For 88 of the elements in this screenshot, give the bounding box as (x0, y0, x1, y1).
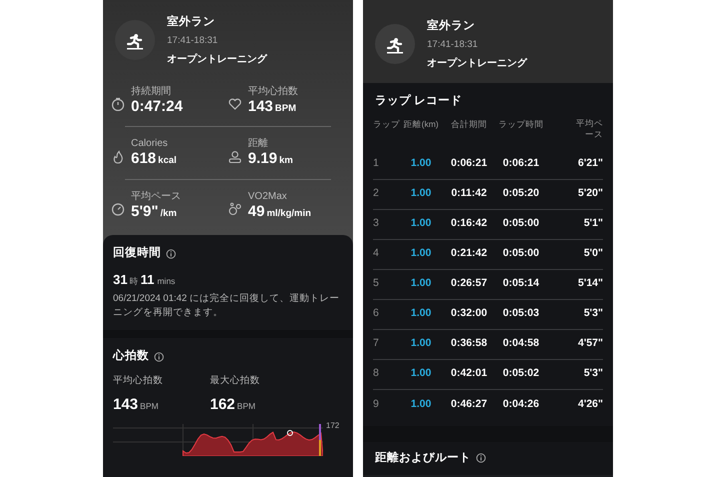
section-title: 心拍数 (113, 348, 149, 364)
table-cell-text: 4'57" (577, 336, 603, 352)
info-icon (166, 248, 176, 259)
stopwatch-icon (111, 97, 125, 111)
table-cell-text: 0:16:42 (450, 216, 488, 232)
table-cell-text: 1.00 (410, 216, 432, 232)
table-cell-text: 1.00 (410, 186, 432, 202)
stat-label: 距離 (248, 137, 269, 151)
stat-value: 5'9"/km (131, 204, 178, 220)
info-icon (154, 352, 164, 362)
table-cell-text: 0:04:58 (502, 336, 540, 352)
stat-value: 162 BPM (210, 394, 256, 415)
column-header: 距離(km) (402, 118, 440, 131)
training-mode: オープントレーニング (427, 56, 527, 70)
training-mode: オープントレーニング (167, 52, 267, 66)
table-cell-text: 0:05:20 (502, 186, 540, 202)
stat-label: 平均心拍数 (113, 374, 164, 388)
table-cell-text: 1.00 (410, 276, 432, 292)
recovery-message: 06/21/2024 01:42 には完全に回復して、運動トレーニングを再開できます。 (113, 292, 341, 320)
stat-label: 持続期間 (131, 84, 172, 98)
stat-value: 9.19 km (248, 151, 293, 168)
section-title: 距離およびルート (375, 450, 471, 466)
recovery-time: 31 時 11 mins (113, 271, 176, 290)
table-cell-text: 1.00 (410, 246, 432, 262)
table-cell-text: 9 (373, 396, 380, 412)
table-cell-text: 0:36:58 (450, 336, 488, 352)
table-cell-text: 1.00 (410, 306, 432, 322)
stat-value: 49 ml/kg/min (248, 204, 312, 220)
axis-label: 172 (326, 420, 340, 432)
table-cell-text: 5'14" (577, 276, 603, 292)
table-cell-text: 0:42:01 (450, 366, 488, 382)
activity-title: 室外ラン (427, 18, 476, 34)
table-cell-text: 5 (373, 276, 380, 292)
column-header: ラップ (373, 118, 399, 131)
table-cell-text: 1 (373, 156, 380, 172)
column-header: ラップ時間 (498, 118, 544, 131)
stat-label: 平均ペース (131, 190, 181, 204)
table-cell-text: 0:05:02 (502, 366, 540, 382)
table-cell-text: 1.00 (410, 336, 432, 352)
table-cell-text: 0:05:00 (502, 216, 540, 232)
column-header: 合計期間 (450, 118, 488, 131)
table-cell-text: 0:05:03 (502, 306, 540, 322)
table-cell-text: 5'3" (582, 306, 603, 322)
stat-value: 143 BPM (248, 98, 298, 115)
table-cell-text: 7 (373, 336, 380, 352)
section-title: ラップ レコード (374, 93, 464, 108)
info-icon (476, 453, 486, 464)
table-cell-text: 0:06:21 (502, 156, 540, 172)
stat-label: 最大心拍数 (210, 374, 260, 388)
table-cell-text: 6 (373, 306, 380, 322)
stat-value: 143 BPM (113, 394, 160, 415)
table-cell-text: 0:32:00 (450, 306, 488, 322)
table-cell-text: 1.00 (410, 156, 432, 172)
table-cell-text: 3 (373, 216, 380, 232)
table-cell-text: 5'3" (582, 366, 603, 382)
table-cell-text: 4'26" (577, 396, 603, 412)
location-icon (228, 150, 242, 164)
table-cell-text: 6'21" (577, 156, 603, 172)
stat-label: 平均心拍数 (248, 84, 298, 98)
table-cell-text: 8 (373, 366, 380, 382)
activity-title: 室外ラン (167, 14, 216, 30)
table-cell-text: 0:26:57 (450, 276, 488, 292)
activity-time: 17:41-18:31 (167, 34, 219, 48)
table-cell-text: 0:21:42 (450, 246, 488, 262)
speedometer-icon (111, 202, 125, 216)
table-cell-text: 0:05:00 (502, 246, 540, 262)
table-cell-text: 0:11:42 (450, 186, 488, 202)
table-cell-text: 0:05:14 (502, 276, 540, 292)
heart-icon (228, 97, 242, 111)
table-cell-text: 2 (373, 186, 380, 202)
stat-value: 0:47:24 (131, 98, 183, 115)
stat-label: VO2Max (248, 190, 288, 204)
table-cell-text: 1.00 (410, 396, 432, 412)
stat-label: Calories (131, 137, 169, 151)
section-title: 回復時間 (113, 245, 161, 261)
flame-icon (111, 150, 125, 164)
stat-value: 618 kcal (131, 151, 177, 168)
table-cell-text: 5'20" (577, 186, 603, 202)
table-cell-text: 0:46:27 (450, 396, 488, 412)
table-cell-text: 0:04:26 (502, 396, 540, 412)
bubbles-icon (228, 202, 242, 216)
activity-time: 17:41-18:31 (427, 38, 479, 52)
table-cell-text: 5'0" (582, 246, 603, 262)
table-cell-text: 4 (373, 246, 380, 262)
table-cell-text: 1.00 (410, 366, 432, 382)
table-cell-text: 0:06:21 (450, 156, 488, 172)
table-cell-text: 5'1" (582, 216, 603, 232)
column-header: 平均ペース (575, 118, 603, 140)
